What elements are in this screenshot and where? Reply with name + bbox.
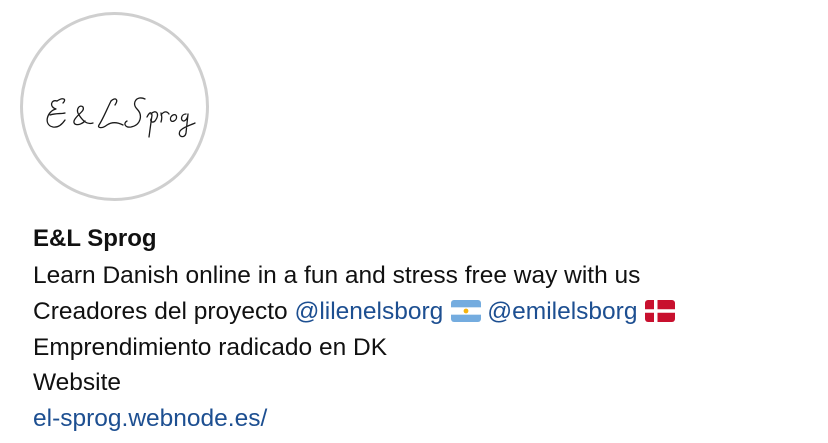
profile-avatar[interactable]: [20, 12, 209, 201]
website-link[interactable]: el-sprog.webnode.es/: [33, 402, 267, 436]
bio-creators-prefix: Creadores del proyecto: [33, 298, 295, 325]
bio-website-label: Website: [33, 369, 122, 396]
profile-name: E&L Sprog: [33, 225, 157, 252]
bio-creators-line: Creadores del proyecto @lilenelsborg @em…: [33, 295, 681, 329]
mention-link-emilelsborg[interactable]: @emilelsborg: [487, 298, 637, 325]
argentina-flag-icon: [451, 300, 482, 322]
mention-link-lilenelsborg[interactable]: @lilenelsborg: [294, 298, 443, 325]
bio-tagline: Learn Danish online in a fun and stress …: [33, 262, 641, 289]
denmark-flag-icon: [645, 300, 676, 322]
bio-location-line: Emprendimiento radicado en DK: [33, 334, 388, 361]
logo-script-image: [46, 97, 196, 138]
